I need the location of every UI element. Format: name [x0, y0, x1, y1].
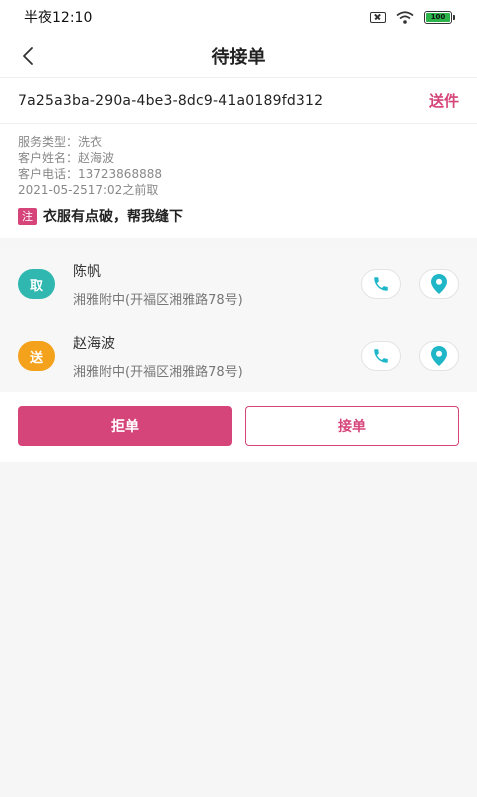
order-note: 注 衣服有点破，帮我缝下: [18, 206, 459, 226]
contact-name: 陈帆: [73, 263, 101, 280]
phone-icon: [374, 349, 388, 363]
location-pin-icon: [431, 274, 447, 294]
order-id: 7a25a3ba-290a-4be3-8dc9-41a0189fd312: [18, 92, 324, 109]
contact-delivery: 送 赵海波 湘雅附中(开福区湘雅路78号): [0, 320, 477, 392]
status-bar: 半夜12:10 100: [0, 0, 477, 34]
service-type: 服务类型：洗衣: [18, 135, 103, 149]
pickup-badge: 取: [18, 269, 55, 299]
location-pin-icon: [431, 346, 447, 366]
navigate-button[interactable]: [419, 269, 459, 299]
no-sim-icon: [370, 11, 386, 23]
note-tag: 注: [18, 207, 37, 225]
contact-pickup: 取 陈帆 湘雅附中(开福区湘雅路78号): [0, 248, 477, 320]
reject-order-button[interactable]: 拒单: [18, 406, 232, 446]
call-button[interactable]: [361, 341, 401, 371]
order-type-label: 送件: [428, 92, 459, 110]
phone-icon: [374, 277, 388, 291]
customer-name: 客户姓名：赵海波: [18, 151, 115, 165]
navigate-button[interactable]: [419, 341, 459, 371]
contact-address: 湘雅附中(开福区湘雅路78号): [73, 364, 243, 380]
wifi-icon: [396, 10, 414, 24]
order-info: 服务类型：洗衣 客户姓名：赵海波 客户电话：13723868888 2021-0…: [0, 124, 477, 238]
battery-level: 100: [426, 12, 450, 22]
note-text: 衣服有点破，帮我缝下: [43, 209, 183, 225]
contact-name: 赵海波: [73, 335, 115, 352]
status-icons: 100: [370, 10, 455, 24]
delivery-badge: 送: [18, 341, 55, 371]
chevron-left-icon: [23, 47, 33, 65]
order-header: 7a25a3ba-290a-4be3-8dc9-41a0189fd312 送件: [0, 78, 477, 124]
pickup-deadline: 2021-05-2517:02之前取: [18, 183, 159, 197]
accept-order-button[interactable]: 接单: [245, 406, 459, 446]
nav-bar: 待接单: [0, 34, 477, 78]
action-bar: 拒单 接单: [0, 392, 477, 462]
contact-address: 湘雅附中(开福区湘雅路78号): [73, 292, 243, 308]
phone-screen: 半夜12:10 100 待接单 7a25a3ba-290a-4be3-8dc9-…: [0, 0, 477, 462]
page-title: 待接单: [211, 46, 266, 68]
back-button[interactable]: [12, 40, 44, 72]
battery-icon: 100: [424, 10, 455, 24]
contact-list: 取 陈帆 湘雅附中(开福区湘雅路78号) 送 赵海波 湘雅附中(开福区湘雅路78…: [0, 248, 477, 392]
customer-phone: 客户电话：13723868888: [18, 167, 162, 181]
call-button[interactable]: [361, 269, 401, 299]
status-time: 半夜12:10: [24, 10, 93, 26]
